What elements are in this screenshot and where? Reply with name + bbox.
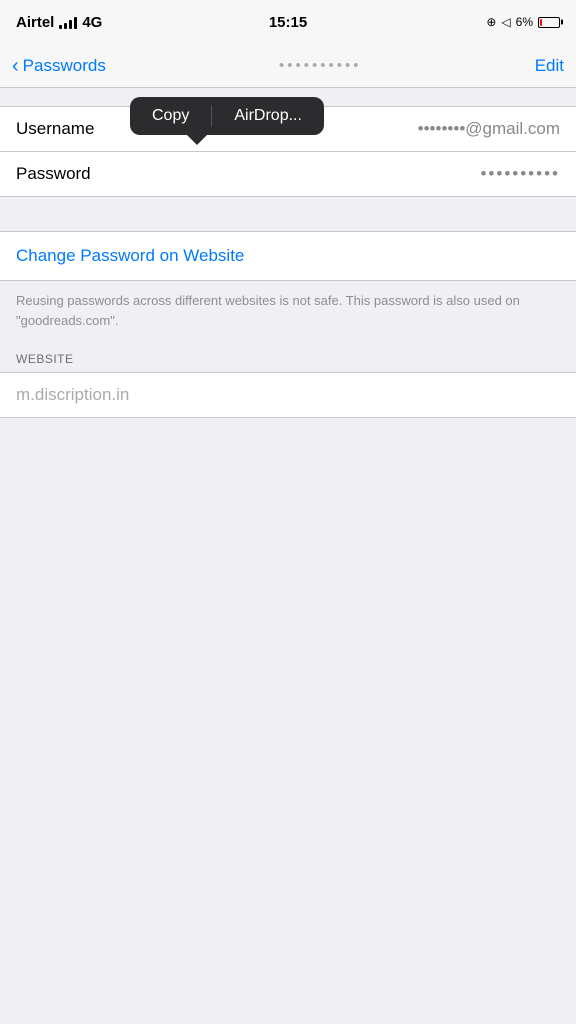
tooltip-menu: Copy AirDrop... xyxy=(130,97,324,135)
network-label: 4G xyxy=(82,14,102,31)
password-value: •••••••••• xyxy=(126,164,560,184)
signal-bar-3 xyxy=(69,20,72,29)
status-time: 15:15 xyxy=(269,14,307,31)
edit-button[interactable]: Edit xyxy=(535,56,564,76)
battery-percent: 6% xyxy=(516,15,533,29)
context-menu: Copy AirDrop... xyxy=(130,97,324,145)
status-bar: Airtel 4G 15:15 ⊕ ◁ 6% xyxy=(0,0,576,44)
change-password-section: Change Password on Website xyxy=(0,231,576,281)
password-label: Password xyxy=(16,164,126,184)
status-right: ⊕ ◁ 6% xyxy=(486,15,560,29)
website-section-header: WEBSITE xyxy=(0,346,576,372)
credentials-section: Username ••••••••@gmail.com Copy AirDrop… xyxy=(0,106,576,197)
username-row[interactable]: Username ••••••••@gmail.com Copy AirDrop… xyxy=(0,107,576,151)
carrier-label: Airtel xyxy=(16,14,54,31)
signal-bar-2 xyxy=(64,23,67,29)
nav-title-text: •••••••••• xyxy=(279,57,362,74)
status-left: Airtel 4G xyxy=(16,14,102,31)
change-password-link[interactable]: Change Password on Website xyxy=(16,246,244,265)
navigation-icon: ◁ xyxy=(501,15,510,29)
section-gap-1 xyxy=(0,197,576,231)
back-button[interactable]: ‹ Passwords xyxy=(12,56,106,76)
password-row[interactable]: Password •••••••••• xyxy=(0,151,576,196)
back-chevron-icon: ‹ xyxy=(12,56,19,76)
content: Username ••••••••@gmail.com Copy AirDrop… xyxy=(0,88,576,798)
website-url: m.discription.in xyxy=(16,385,129,404)
warning-text: Reusing passwords across different websi… xyxy=(16,291,560,330)
signal-bar-4 xyxy=(74,17,77,29)
back-label: Passwords xyxy=(23,56,106,76)
signal-bar-1 xyxy=(59,25,62,29)
signal-bars xyxy=(59,15,77,29)
nav-bar: ‹ Passwords •••••••••• Edit xyxy=(0,44,576,88)
tooltip-arrow xyxy=(187,135,207,145)
battery-body xyxy=(538,17,560,28)
battery-icon xyxy=(538,17,560,28)
warning-section: Reusing passwords across different websi… xyxy=(0,281,576,346)
website-row[interactable]: m.discription.in xyxy=(0,372,576,418)
battery-fill xyxy=(540,19,542,26)
copy-button[interactable]: Copy xyxy=(130,97,211,135)
bottom-area xyxy=(0,418,576,798)
username-label: Username xyxy=(16,119,126,139)
nav-title: •••••••••• xyxy=(106,57,535,74)
airdrop-button[interactable]: AirDrop... xyxy=(212,97,324,135)
website-value: m.discription.in xyxy=(16,385,129,404)
location-icon: ⊕ xyxy=(486,15,496,29)
